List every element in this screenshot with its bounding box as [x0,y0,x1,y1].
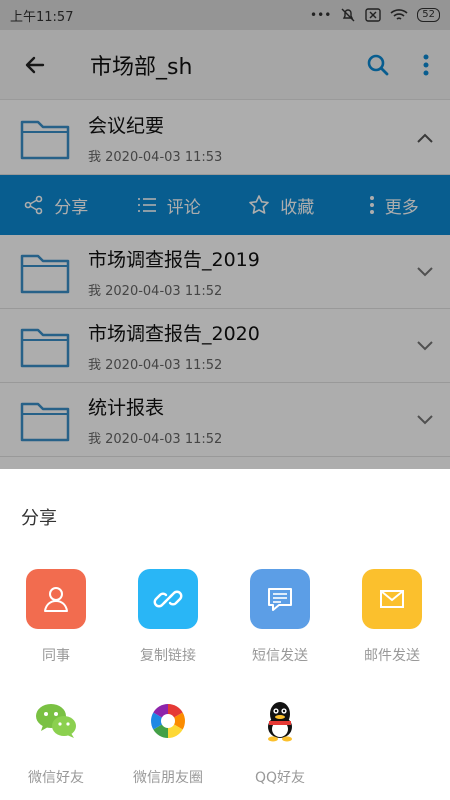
file-row[interactable]: 市场调查报告_2020 我 2020-04-03 11:52 [0,309,450,383]
folder-icon [20,120,70,159]
chevron-down-icon [417,414,433,424]
alarm-off-icon [341,8,355,22]
expand-toggle[interactable] [400,326,450,366]
chevron-down-icon [417,340,433,350]
link-icon [138,569,198,629]
share-qq-label: QQ好友 [254,770,306,786]
file-row[interactable]: 市场调查报告_2019 我 2020-04-03 11:52 [0,235,450,309]
share-wechat-button[interactable]: 微信好友 [0,691,112,787]
qq-icon [250,691,310,751]
folder-icon [20,254,70,293]
file-action-bar: 分享 评论 收藏 更多 [0,175,450,235]
share-colleague-label: 同事 [42,648,70,664]
more-vertical-icon [369,196,374,214]
share-moments-button[interactable]: 微信朋友圈 [112,691,224,787]
sim-off-icon [365,8,381,22]
search-button[interactable] [354,30,402,100]
share-copy-link-label: 复制链接 [140,648,196,664]
file-list: 会议纪要 我 2020-04-03 11:53 分享 评论 收藏 更多 市场调查… [0,101,450,457]
moments-icon [138,691,198,751]
file-name: 市场调查报告_2019 [88,248,260,271]
more-button[interactable] [402,30,450,100]
expand-toggle[interactable] [400,252,450,292]
share-wechat-label: 微信好友 [28,770,84,786]
share-sms-button[interactable]: 短信发送 [224,569,336,665]
chevron-up-icon [417,133,433,143]
search-icon [367,54,389,75]
arrow-left-icon [25,56,45,73]
file-name: 统计报表 [88,396,165,419]
share-qq-button[interactable]: QQ好友 [224,691,336,787]
more-action[interactable]: 更多 [338,193,450,218]
file-meta: 我 2020-04-03 11:52 [88,283,223,299]
favorite-action-label: 收藏 [280,197,315,218]
sms-icon [250,569,310,629]
share-sheet-title: 分享 [21,508,57,529]
share-colleague-button[interactable]: 同事 [0,569,112,665]
wechat-icon [26,691,86,751]
back-button[interactable] [0,30,70,100]
share-action[interactable]: 分享 [0,193,113,218]
chevron-down-icon [417,266,433,276]
file-row[interactable]: 统计报表 我 2020-04-03 11:52 [0,383,450,457]
comment-action-label: 评论 [166,197,201,218]
page-title: 市场部_sh [90,54,193,80]
colleague-icon [26,569,86,629]
share-action-label: 分享 [54,197,89,218]
collapse-toggle[interactable] [400,118,450,158]
more-action-label: 更多 [384,197,419,218]
mail-icon [362,569,422,629]
file-meta: 我 2020-04-03 11:53 [88,149,223,165]
status-time: 上午11:57 [10,9,74,25]
battery-indicator: 52 [417,8,440,22]
wifi-icon [390,9,408,20]
status-icons: ••• 52 [310,7,440,23]
expand-toggle[interactable] [400,400,450,440]
share-icon [24,195,43,215]
notification-dots-icon: ••• [310,8,332,22]
share-mail-button[interactable]: 邮件发送 [336,569,448,665]
share-moments-label: 微信朋友圈 [133,770,203,786]
file-meta: 我 2020-04-03 11:52 [88,357,223,373]
favorite-action[interactable]: 收藏 [225,193,338,218]
file-name: 市场调查报告_2020 [88,322,260,345]
status-bar: 上午11:57 ••• 52 [0,0,450,30]
file-row[interactable]: 会议纪要 我 2020-04-03 11:53 [0,101,450,175]
app-bar: 市场部_sh [0,30,450,100]
share-sheet: 分享 同事 复制链接 短信发送 邮件发送 微信好友 微信朋友圈 QQ好友 [0,469,450,800]
list-icon [137,198,156,212]
star-icon [249,195,270,214]
more-vertical-icon [423,54,429,75]
comment-action[interactable]: 评论 [113,193,226,218]
share-mail-label: 邮件发送 [364,648,420,664]
share-copy-link-button[interactable]: 复制链接 [112,569,224,665]
folder-icon [20,402,70,441]
folder-icon [20,328,70,367]
share-sms-label: 短信发送 [252,648,308,664]
file-name: 会议纪要 [88,114,165,137]
file-meta: 我 2020-04-03 11:52 [88,431,223,447]
